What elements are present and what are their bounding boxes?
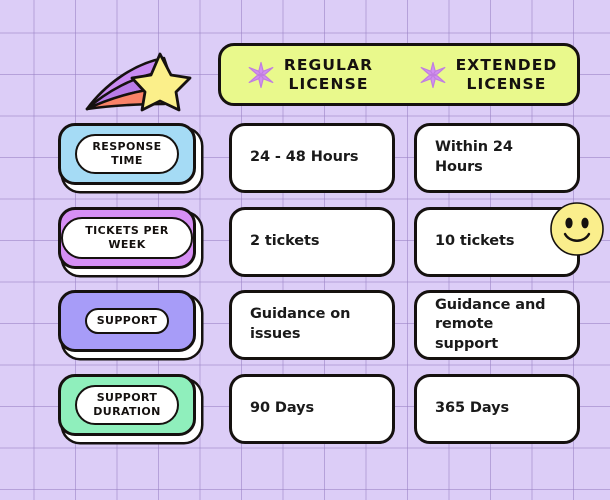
- chip-inner: TICKETS PER WEEK: [61, 216, 193, 260]
- cell-text: Guidance and remote support: [435, 296, 546, 352]
- shooting-star-icon: [84, 46, 192, 114]
- row-label-chip-support: SUPPORT: [58, 290, 196, 352]
- cell-extended-support-duration: 365 Days: [414, 374, 580, 444]
- cell-regular-support-duration: 90 Days: [229, 374, 395, 444]
- header-title-extended: EXTENDED LICENSE: [455, 56, 558, 93]
- chip-inner: SUPPORT: [84, 307, 170, 335]
- comparison-table-graphic: REGULAR LICENSE EXTENDED LICENSE RESPONS…: [0, 0, 610, 500]
- cell-text: 2 tickets: [250, 233, 320, 250]
- row-label-text: SUPPORT: [96, 313, 158, 327]
- row-label-text: SUPPORT DURATION: [93, 390, 161, 418]
- cell-text: 90 Days: [250, 400, 314, 417]
- header-title-regular: REGULAR LICENSE: [283, 56, 374, 93]
- cell-text: Within 24 Hours: [435, 139, 513, 175]
- cell-extended-response-time: Within 24 Hours: [414, 123, 580, 193]
- row-label-chip-tickets-per-week: TICKETS PER WEEK: [58, 207, 196, 269]
- cell-text: 10 tickets: [435, 233, 515, 250]
- cell-regular-support: Guidance on issues: [229, 290, 395, 360]
- header-column-regular: REGULAR LICENSE: [221, 56, 399, 93]
- smiley-face-icon: [548, 200, 606, 258]
- cell-text: 365 Days: [435, 400, 509, 417]
- cell-extended-support: Guidance and remote support: [414, 290, 580, 360]
- cell-text: Guidance on issues: [250, 306, 351, 342]
- cell-text: 24 - 48 Hours: [250, 149, 359, 166]
- header-column-extended: EXTENDED LICENSE: [399, 56, 577, 93]
- table-header-band: REGULAR LICENSE EXTENDED LICENSE: [218, 43, 580, 106]
- row-label-chip-support-duration: SUPPORT DURATION: [58, 374, 196, 436]
- cell-regular-tickets-per-week: 2 tickets: [229, 207, 395, 277]
- row-label-text: TICKETS PER WEEK: [85, 223, 169, 251]
- row-label-chip-response-time: RESPONSE TIME: [58, 123, 196, 185]
- cell-regular-response-time: 24 - 48 Hours: [229, 123, 395, 193]
- sparkle-asterisk-icon: [419, 61, 447, 89]
- sparkle-asterisk-icon: [247, 61, 275, 89]
- chip-inner: RESPONSE TIME: [75, 133, 179, 175]
- row-label-text: RESPONSE TIME: [92, 139, 162, 167]
- chip-inner: SUPPORT DURATION: [75, 384, 179, 426]
